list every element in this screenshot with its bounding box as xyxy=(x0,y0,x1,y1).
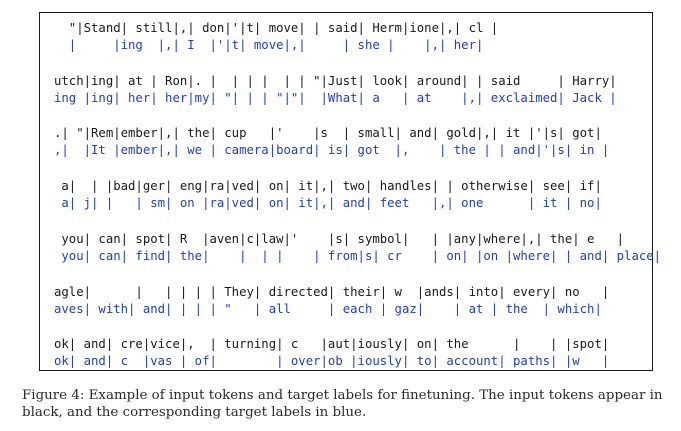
input-token-line: .| "|Rem|ember|,| the| cup |' |s | small… xyxy=(54,126,602,140)
target-label-line: you| can| find| the| | | | | from|s| cr … xyxy=(54,249,662,263)
input-token-line: you| can| spot| R |aven|c|law|' |s| symb… xyxy=(54,232,625,246)
figure-caption: Figure 4: Example of input tokens and ta… xyxy=(22,388,663,420)
target-label-line: | |ing |,| I |'|t| move|,| | she | |,| h… xyxy=(54,38,484,52)
target-label-line: ok| and| c |vas | of| | over|ob |iously|… xyxy=(54,354,610,368)
target-label-line: aves| with| and| | | | " | all | each | … xyxy=(54,302,602,316)
input-token-line: "|Stand| still|,| don|'|t| move| | said|… xyxy=(54,21,499,35)
input-token-line: ok| and| cre|vice|, | turning| c |aut|io… xyxy=(54,337,610,351)
token-figure-box: "|Stand| still|,| don|'|t| move| | said|… xyxy=(39,12,661,371)
target-label-line: ing |ing| her| her|my| "| | | "|"| |What… xyxy=(54,91,617,105)
input-token-line: a| | |bad|ger| eng|ra|ved| on| it|,| two… xyxy=(54,179,602,193)
target-label-line: a| j| | | sm| on |ra|ved| on| it|,| and|… xyxy=(54,196,602,210)
input-token-line: utch|ing| at | Ron|. | | | | | | "|Just|… xyxy=(54,74,617,88)
input-token-line: agle| | | | | | They| directed| their| w… xyxy=(54,285,610,299)
target-label-line: ,| |It |ember|,| we | camera|board| is| … xyxy=(54,143,610,157)
